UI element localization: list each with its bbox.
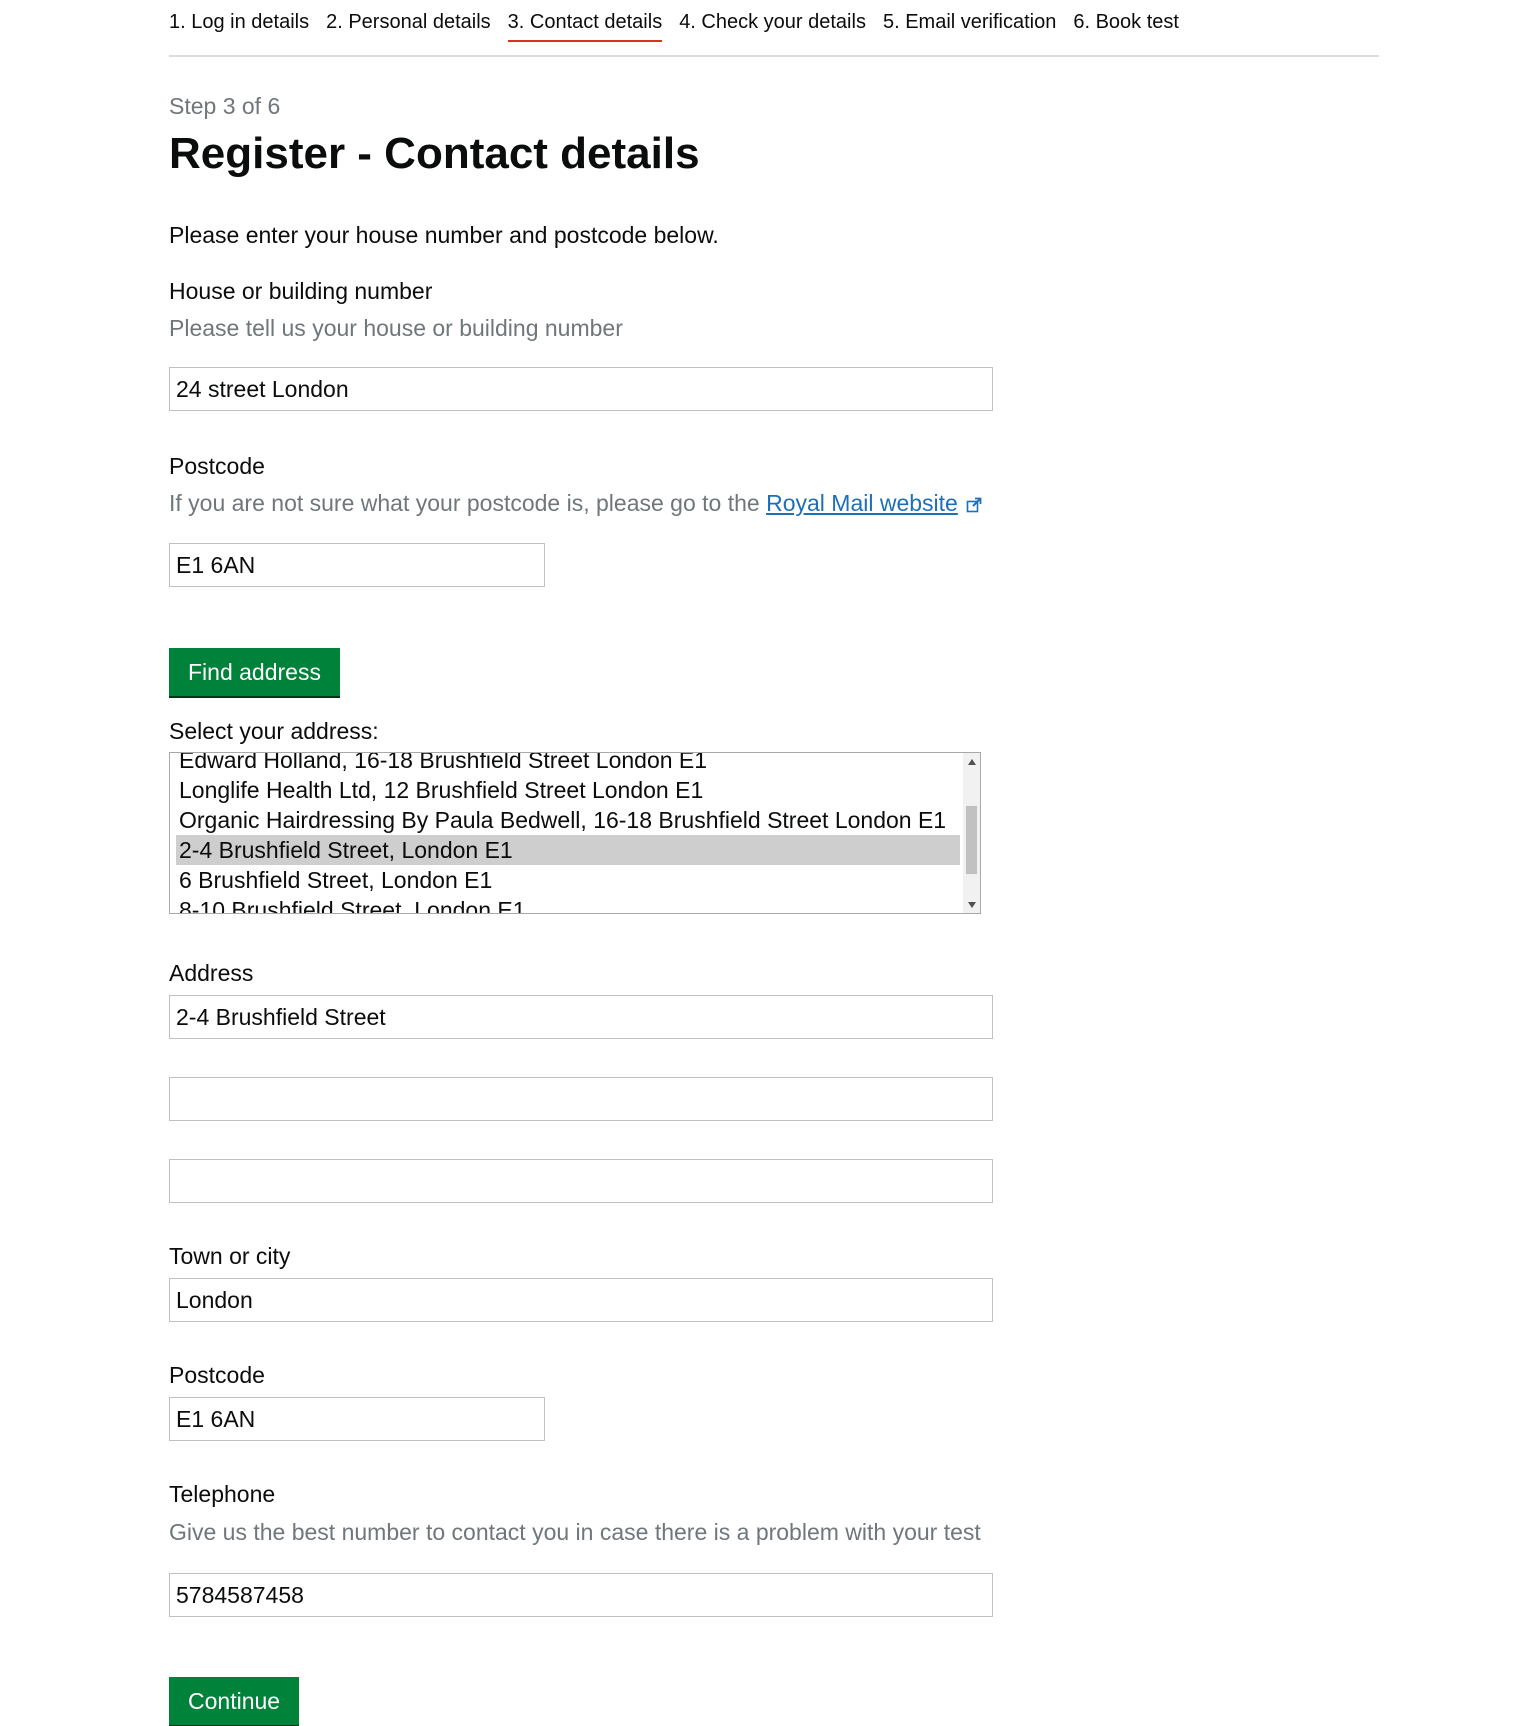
postcode-lookup-label: Postcode bbox=[169, 453, 265, 479]
scroll-up-arrow-icon[interactable] bbox=[963, 753, 980, 770]
telephone-label: Telephone bbox=[169, 1481, 276, 1507]
address-option[interactable]: Edward Holland, 16-18 Brushfield Street … bbox=[176, 753, 960, 775]
step-log-in-details[interactable]: 1. Log in details bbox=[169, 10, 309, 40]
town-input[interactable] bbox=[169, 1278, 993, 1322]
step-email-verification[interactable]: 5. Email verification bbox=[883, 10, 1056, 40]
postcode-lookup-hint: If you are not sure what your postcode i… bbox=[169, 489, 982, 519]
house-number-hint: Please tell us your house or building nu… bbox=[169, 315, 623, 341]
house-number-input[interactable] bbox=[169, 367, 993, 411]
town-label: Town or city bbox=[169, 1243, 291, 1269]
intro-text: Please enter your house number and postc… bbox=[169, 222, 719, 248]
postcode-label: Postcode bbox=[169, 1362, 265, 1388]
external-link-icon bbox=[966, 491, 982, 519]
step-personal-details[interactable]: 2. Personal details bbox=[326, 10, 491, 40]
page-title: Register - Contact details bbox=[169, 129, 700, 178]
postcode-input[interactable] bbox=[169, 1397, 545, 1441]
address-option[interactable]: 8-10 Brushfield Street, London E1 bbox=[176, 895, 960, 913]
address-label: Address bbox=[169, 960, 254, 986]
step-check-your-details[interactable]: 4. Check your details bbox=[679, 10, 866, 40]
royal-mail-link[interactable]: Royal Mail website bbox=[766, 490, 982, 516]
address-option-selected[interactable]: 2-4 Brushfield Street, London E1 bbox=[176, 835, 960, 865]
royal-mail-link-text: Royal Mail website bbox=[766, 490, 958, 516]
scrollbar-thumb[interactable] bbox=[966, 806, 977, 874]
address-option[interactable]: 6 Brushfield Street, London E1 bbox=[176, 865, 960, 895]
select-address-label: Select your address: bbox=[169, 718, 379, 744]
telephone-hint: Give us the best number to contact you i… bbox=[169, 1519, 981, 1545]
postcode-lookup-input[interactable] bbox=[169, 543, 545, 587]
step-book-test[interactable]: 6. Book test bbox=[1073, 10, 1179, 40]
step-navigation: 1. Log in details 2. Personal details 3. C… bbox=[169, 10, 1196, 44]
step-caption: Step 3 of 6 bbox=[169, 93, 281, 119]
address-line-1-input[interactable] bbox=[169, 995, 993, 1039]
postcode-hint-text: If you are not sure what your postcode i… bbox=[169, 490, 760, 516]
listbox-scrollbar[interactable] bbox=[963, 753, 980, 913]
house-number-label: House or building number bbox=[169, 278, 433, 304]
telephone-input[interactable] bbox=[169, 1573, 993, 1617]
scroll-down-arrow-icon[interactable] bbox=[963, 896, 980, 913]
address-line-2-input[interactable] bbox=[169, 1077, 993, 1121]
address-listbox[interactable]: Edward Holland, 16-18 Brushfield Street … bbox=[169, 752, 981, 914]
step-nav-divider bbox=[169, 55, 1379, 57]
step-contact-details[interactable]: 3. Contact details bbox=[507, 10, 663, 42]
address-line-3-input[interactable] bbox=[169, 1159, 993, 1203]
continue-button[interactable]: Continue bbox=[169, 1677, 300, 1725]
find-address-button[interactable]: Find address bbox=[169, 648, 340, 696]
address-option[interactable]: Longlife Health Ltd, 12 Brushfield Stree… bbox=[176, 775, 960, 805]
address-option[interactable]: Organic Hairdressing By Paula Bedwell, 1… bbox=[176, 805, 960, 835]
address-options: Edward Holland, 16-18 Brushfield Street … bbox=[176, 753, 960, 913]
